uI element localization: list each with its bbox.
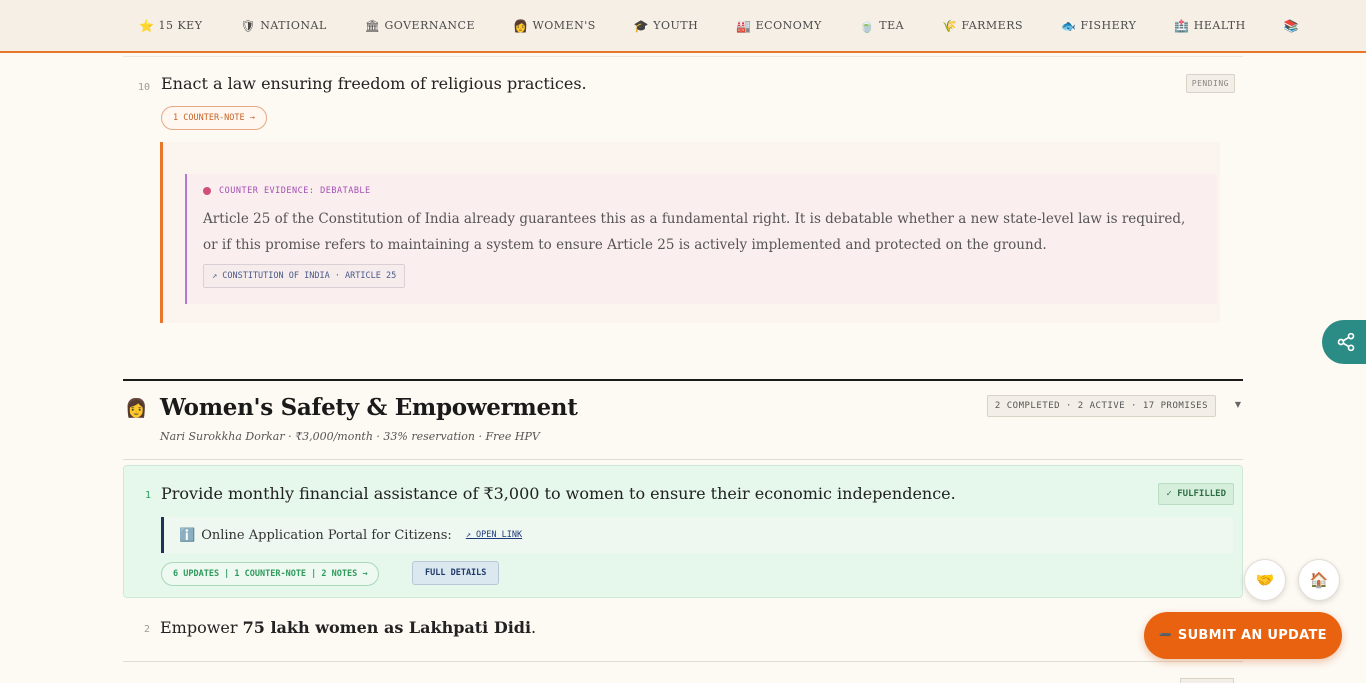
nav-label: HEALTH [1193,19,1246,32]
nav-item-health[interactable]: 🏥 HEALTH [1174,19,1245,33]
handshake-icon: 🤝 [1255,571,1275,589]
nav-icon: 📚 [1283,18,1300,33]
nav-item-15-key[interactable]: ⭐ 15 KEY [139,19,202,33]
nav-label: FISHERY [1080,19,1137,32]
evidence-source-link[interactable]: ↗ CONSTITUTION OF INDIA · ARTICLE 25 [203,264,406,288]
full-details-button[interactable]: FULL DETAILS [412,561,500,585]
promise-title: Enact a law ensuring freedom of religiou… [161,74,587,93]
nav-icon: 🛡 [240,18,257,33]
updates-pill[interactable]: 6 UPDATES | 1 COUNTER-NOTE | 2 NOTES → [161,562,380,586]
nav-icon: 🍵 [859,18,876,33]
nav-icon: ⭐ [139,18,155,33]
section-header: 👩 Women's Safety & Empowerment Nari Suro… [123,379,1243,460]
promise-row: 2 Empower 75 lakh women as Lakhpati Didi… [123,600,1243,662]
evidence-body: Article 25 of the Constitution of India … [203,211,1186,253]
top-nav: ⭐ 15 KEY 🛡 NATIONAL 🏛 GOVERNANCE 👩 WOMEN'S 🎓 YOUT… [0,0,1366,53]
nav-label: YOUTH [653,19,699,32]
section-title: Women's Safety & Empowerment [160,394,578,421]
divider [123,459,1243,460]
open-link[interactable]: ↗ OPEN LINK [466,530,522,540]
promise-title-bold: 75 lakh women as Lakhpati Didi [242,618,532,637]
promise-number: 10 [138,82,151,93]
section-stats-badge: 2 COMPLETED · 2 ACTIVE · 17 PROMISES [986,395,1216,417]
debatable-dot-icon [203,187,211,195]
info-icon: ℹ️ [179,527,196,543]
nav-label: 15 KEY [158,19,203,32]
share-icon [1337,332,1355,352]
submit-update-label: SUBMIT AN UPDATE [1177,628,1327,643]
handshake-button[interactable]: 🤝 [1244,559,1286,601]
promise-title-suffix: . [531,618,537,637]
nav-label: GOVERNANCE [384,19,475,32]
collapse-caret-icon[interactable]: ▼ [1235,400,1241,409]
nav-item-fishery[interactable]: 🐟 FISHERY [1061,19,1136,33]
counter-evidence-card: COUNTER EVIDENCE: DEBATABLE Article 25 o… [185,174,1217,304]
section-rule [123,379,1243,381]
promise-number: 1 [145,490,152,501]
status-badge: ✓ FULFILLED [1158,483,1234,505]
share-button[interactable] [1322,320,1366,364]
nav-item-tea[interactable]: 🍵 TEA [860,19,904,33]
promise-number: 2 [144,624,151,635]
nav-item-economy[interactable]: 🏭 ECONOMY [736,19,822,33]
counter-note-pill[interactable]: 1 COUNTER-NOTE → [161,106,267,130]
nav-label: NATIONAL [260,19,327,32]
nav-label: FARMERS [961,19,1024,32]
nav-icon: 🌾 [942,18,958,33]
status-badge [1180,678,1234,683]
submit-update-button[interactable]: ➖ SUBMIT AN UPDATE [1144,612,1342,659]
nav-item-farmers[interactable]: 🌾 FARMERS [942,19,1023,33]
section-subtitle: Nari Surokkha Dorkar · ₹3,000/month · 33… [160,430,540,443]
nav-icon: 🐟 [1061,18,1077,33]
woman-icon: 👩 [125,398,148,419]
portal-label: Online Application Portal for Citizens: [201,527,452,543]
nav-icon: 👩 [513,18,529,33]
nav-item-youth[interactable]: 🎓 YOUTH [634,19,698,33]
pencil-icon: ➖ [1159,630,1172,641]
home-icon: 🏠 [1309,571,1329,589]
status-badge: PENDING [1185,74,1235,93]
divider [123,56,1243,57]
promise-row-fulfilled: 1 Provide monthly financial assistance o… [123,465,1243,598]
nav-item-more[interactable]: 📚 [1284,19,1303,33]
nav-item-national[interactable]: 🛡 NATIONAL [240,19,326,33]
promise-title: Provide monthly financial assistance of … [161,484,956,503]
nav-item-women-s[interactable]: 👩 WOMEN'S [513,19,596,33]
nav-label: WOMEN'S [532,19,596,32]
promise-title-prefix: Empower [160,618,243,637]
promise-title: Empower 75 lakh women as Lakhpati Didi. [160,618,536,637]
counter-note-panel: COUNTER EVIDENCE: DEBATABLE Article 25 o… [160,142,1220,323]
nav-label: ECONOMY [755,19,822,32]
nav-icon: 🏭 [736,18,752,33]
divider [123,661,1243,662]
nav-icon: 🏛 [364,18,381,33]
nav-icon: 🏥 [1174,18,1190,33]
nav-icon: 🎓 [633,18,650,33]
nav-item-governance[interactable]: 🏛 GOVERNANCE [365,19,475,33]
home-button[interactable]: 🏠 [1298,559,1340,601]
portal-callout: ℹ️ Online Application Portal for Citizen… [161,517,1233,553]
evidence-heading: COUNTER EVIDENCE: DEBATABLE [203,186,1201,196]
evidence-heading-label: COUNTER EVIDENCE: DEBATABLE [219,186,371,196]
nav-label: TEA [879,19,905,32]
